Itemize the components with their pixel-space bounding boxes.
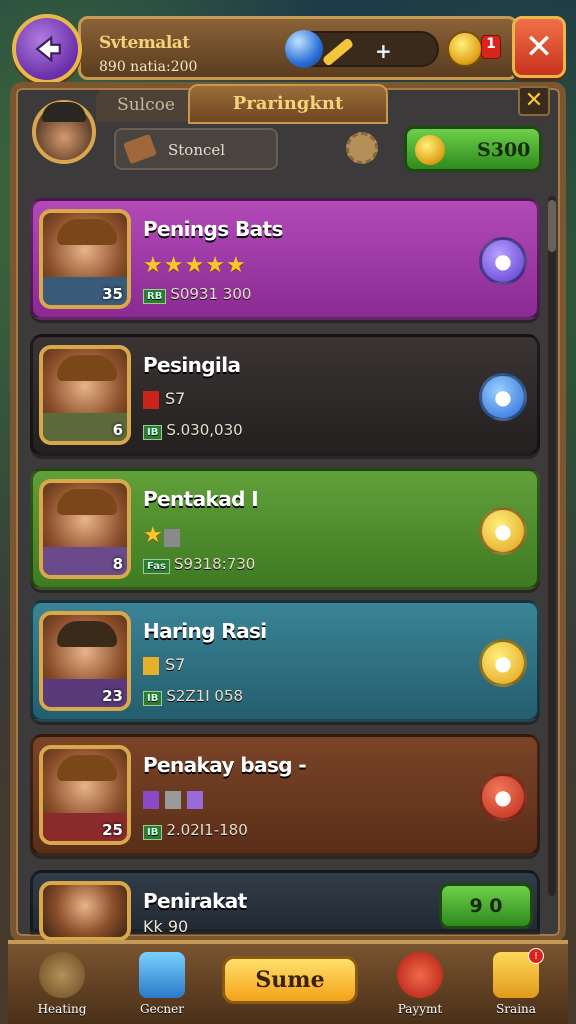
level-label: 25: [102, 821, 123, 839]
gear-icon: [39, 952, 85, 998]
list-item[interactable]: 6 Pesingila S7 IB S.030,030 ●: [30, 334, 540, 456]
card-name: Pesingila: [143, 353, 241, 377]
list-item[interactable]: Penirakat Kk 90 9 0: [30, 870, 540, 941]
portrait: [39, 881, 131, 941]
nav-payymt[interactable]: Payymt: [380, 948, 460, 1024]
card-gems: [143, 789, 209, 809]
list-item[interactable]: 8 Pentakad I ★ Fas S9318:730 ●: [30, 468, 540, 590]
star-rating: ★★★★★: [143, 253, 246, 278]
nav-label: Payymt: [397, 1002, 443, 1016]
close-small-button[interactable]: ✕: [518, 86, 550, 116]
nav-label: Gecner: [140, 1002, 184, 1016]
card-name: Penakay basg -: [143, 753, 307, 777]
currency-value: S300: [477, 139, 531, 161]
portrait: 23: [39, 611, 131, 711]
question-icon: [397, 952, 443, 998]
card-sub: Kk 90: [143, 917, 189, 936]
top-bar: Svtemalat 890 natia:200 + 1 ✕: [8, 8, 568, 84]
back-arrow-icon: [35, 35, 61, 63]
search-box[interactable]: Stoncel: [114, 128, 278, 170]
portrait: 35: [39, 209, 131, 309]
close-icon: ✕: [524, 27, 554, 67]
currency-pill[interactable]: S300: [404, 126, 542, 172]
nav-label: Sraina: [496, 1002, 536, 1016]
card-name: Penings Bats: [143, 217, 283, 241]
card-sub: S7: [143, 655, 185, 675]
tab-inactive[interactable]: Sulcoe: [96, 90, 196, 122]
portrait: 25: [39, 745, 131, 845]
avatar[interactable]: [32, 100, 96, 164]
plus-icon[interactable]: +: [375, 39, 392, 63]
level-label: 35: [102, 285, 123, 303]
card-sub: S7: [143, 389, 185, 409]
card-stat: IB S.030,030: [143, 421, 243, 440]
title-plate: Svtemalat 890 natia:200 + 1: [78, 16, 518, 80]
search-label: Stoncel: [168, 141, 226, 159]
level-label: 23: [102, 687, 123, 705]
portrait: 8: [39, 479, 131, 579]
portrait: 6: [39, 345, 131, 445]
house-icon: [139, 952, 185, 998]
star-rating: ★: [143, 523, 186, 548]
tool-icon[interactable]: ●: [479, 773, 527, 821]
level-label: 8: [112, 555, 123, 573]
card-name: Pentakad I: [143, 487, 259, 511]
wand-icon: [321, 37, 355, 67]
gear-icon[interactable]: [346, 132, 378, 164]
scroll-thumb[interactable]: [548, 200, 556, 252]
coin-icon[interactable]: [447, 31, 483, 67]
player-title: Svtemalat: [99, 33, 190, 53]
notification-badge: !: [528, 948, 544, 964]
sume-button[interactable]: Sume: [222, 956, 358, 1004]
card-stat: RB S0931 300: [143, 285, 251, 304]
list-item[interactable]: 35 Penings Bats ★★★★★ RB S0931 300 ●: [30, 198, 540, 320]
hammer-icon: [123, 133, 157, 165]
scrollbar[interactable]: [548, 196, 556, 896]
close-button[interactable]: ✕: [512, 16, 566, 78]
nav-heating[interactable]: Heating: [22, 948, 102, 1024]
list-item[interactable]: 25 Penakay basg - IB 2.02I1-180 ●: [30, 734, 540, 856]
orb-icon: [285, 30, 323, 68]
player-subtitle: 890 natia:200: [99, 59, 198, 75]
coin-icon: [415, 135, 445, 165]
tab-active[interactable]: Praringknt: [188, 84, 388, 124]
bottom-nav: Heating Gecner Sume Payymt ! Sraina: [8, 940, 568, 1024]
coin-badge: 1: [481, 35, 501, 59]
card-stat: Fas S9318:730: [143, 555, 255, 574]
chat-icon[interactable]: ●: [479, 237, 527, 285]
hat-icon: [42, 102, 86, 122]
back-button[interactable]: [12, 14, 82, 84]
card-name: Penirakat: [143, 889, 247, 913]
chat-icon[interactable]: ●: [479, 639, 527, 687]
card-stat: IB S2Z1I 058: [143, 687, 243, 706]
nav-sraina[interactable]: ! Sraina: [476, 948, 556, 1024]
chat-icon[interactable]: ●: [479, 373, 527, 421]
card-name: Haring Rasi: [143, 619, 267, 643]
list-item[interactable]: 23 Haring Rasi S7 IB S2Z1I 058 ●: [30, 600, 540, 722]
card-stat: IB 2.02I1-180: [143, 821, 248, 840]
nav-label: Heating: [37, 1002, 87, 1016]
level-label: 6: [112, 421, 123, 439]
nav-gecner[interactable]: Gecner: [122, 948, 202, 1024]
energy-bar[interactable]: +: [285, 30, 439, 68]
chat-icon[interactable]: ●: [479, 507, 527, 555]
card-action-button[interactable]: 9 0: [439, 883, 533, 929]
